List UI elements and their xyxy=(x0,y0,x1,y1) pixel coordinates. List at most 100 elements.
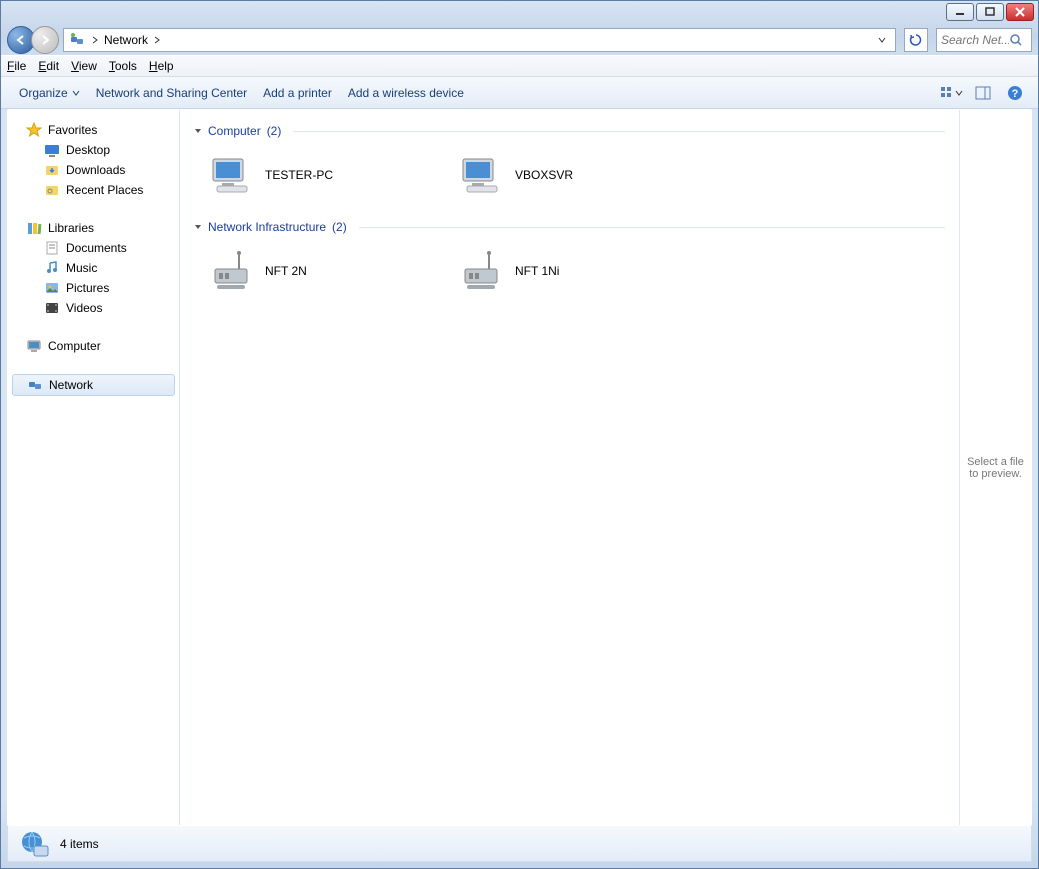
toolbar: Organize Network and Sharing Center Add … xyxy=(1,77,1038,109)
forward-button[interactable] xyxy=(31,26,59,54)
chevron-down-icon xyxy=(72,89,80,97)
recent-icon xyxy=(44,182,60,198)
address-dropdown[interactable] xyxy=(873,36,891,44)
music-label: Music xyxy=(66,261,97,275)
network-globe-icon xyxy=(18,828,50,860)
sidebar-item-pictures[interactable]: Pictures xyxy=(8,278,179,298)
network-icon xyxy=(68,31,86,49)
organize-button[interactable]: Organize xyxy=(11,77,88,108)
pictures-label: Pictures xyxy=(66,281,109,295)
minimize-button[interactable] xyxy=(946,3,974,21)
group-header-infrastructure[interactable]: Network Infrastructure (2) xyxy=(194,220,945,234)
menu-tools[interactable]: Tools xyxy=(109,59,137,73)
breadcrumb-arrow[interactable] xyxy=(152,36,162,44)
collapse-icon xyxy=(194,223,202,231)
toolbar-right: ? xyxy=(938,81,1028,105)
file-list[interactable]: Computer (2) TESTER-PC VBOXSVR xyxy=(180,110,959,825)
content-area: Favorites Desktop Downloads Recent Place… xyxy=(7,109,1032,826)
group-name: Network Infrastructure xyxy=(208,220,326,234)
close-button[interactable] xyxy=(1006,3,1034,21)
star-icon xyxy=(26,122,42,138)
item-label: VBOXSVR xyxy=(515,168,573,182)
music-icon xyxy=(44,260,60,276)
help-button[interactable]: ? xyxy=(1002,81,1028,105)
network-icon xyxy=(27,377,43,393)
computer-label: Computer xyxy=(48,339,101,353)
sharing-center-button[interactable]: Network and Sharing Center xyxy=(88,77,255,108)
item-label: NFT 1Ni xyxy=(515,264,559,278)
item-vboxsvr[interactable]: VBOXSVR xyxy=(452,146,682,204)
sidebar-item-network[interactable]: Network xyxy=(12,374,175,396)
item-nft1ni[interactable]: NFT 1Ni xyxy=(452,242,682,300)
item-label: TESTER-PC xyxy=(265,168,333,182)
recent-label: Recent Places xyxy=(66,183,143,197)
sidebar-item-documents[interactable]: Documents xyxy=(8,238,179,258)
preview-pane-button[interactable] xyxy=(970,81,996,105)
menu-help[interactable]: Help xyxy=(149,59,174,73)
documents-icon xyxy=(44,240,60,256)
sidebar-item-downloads[interactable]: Downloads xyxy=(8,160,179,180)
libraries-label: Libraries xyxy=(48,221,94,235)
menu-file[interactable]: File xyxy=(7,59,26,73)
menubar: File Edit View Tools Help xyxy=(1,55,1038,77)
search-box[interactable] xyxy=(936,28,1032,52)
router-icon xyxy=(207,247,255,295)
favorites-label: Favorites xyxy=(48,123,97,137)
videos-icon xyxy=(44,300,60,316)
computer-group: Computer xyxy=(8,336,179,356)
breadcrumb-root-arrow[interactable] xyxy=(90,36,100,44)
sidebar-item-recent[interactable]: Recent Places xyxy=(8,180,179,200)
add-wireless-button[interactable]: Add a wireless device xyxy=(340,77,472,108)
preview-pane: Select a file to preview. xyxy=(959,110,1031,825)
explorer-window: Network File Edit View Tools Help Organi… xyxy=(0,0,1039,869)
sidebar-item-videos[interactable]: Videos xyxy=(8,298,179,318)
libraries-icon xyxy=(26,220,42,236)
sidebar-item-music[interactable]: Music xyxy=(8,258,179,278)
organize-label: Organize xyxy=(19,86,68,100)
chevron-down-icon xyxy=(955,89,963,97)
address-bar[interactable]: Network xyxy=(63,28,896,52)
menu-view[interactable]: View xyxy=(71,59,97,73)
group-name: Computer xyxy=(208,124,261,138)
group-header-computer[interactable]: Computer (2) xyxy=(194,124,945,138)
group-count: (2) xyxy=(267,124,282,138)
desktop-label: Desktop xyxy=(66,143,110,157)
search-input[interactable] xyxy=(941,33,1009,47)
divider xyxy=(359,227,945,228)
sidebar-item-computer[interactable]: Computer xyxy=(8,336,179,356)
nav-row: Network xyxy=(1,25,1038,55)
collapse-icon xyxy=(194,127,202,135)
svg-text:?: ? xyxy=(1012,88,1019,100)
navigation-pane: Favorites Desktop Downloads Recent Place… xyxy=(8,110,180,825)
libraries-header[interactable]: Libraries xyxy=(8,218,179,238)
favorites-header[interactable]: Favorites xyxy=(8,120,179,140)
group-count: (2) xyxy=(332,220,347,234)
infrastructure-items: NFT 2N NFT 1Ni xyxy=(194,242,945,300)
menu-edit[interactable]: Edit xyxy=(38,59,59,73)
view-options-button[interactable] xyxy=(938,81,964,105)
documents-label: Documents xyxy=(66,241,127,255)
favorites-group: Favorites Desktop Downloads Recent Place… xyxy=(8,120,179,200)
status-text: 4 items xyxy=(60,837,99,851)
network-group: Network xyxy=(8,374,179,396)
preview-text: Select a file to preview. xyxy=(966,456,1025,480)
computer-icon xyxy=(26,338,42,354)
videos-label: Videos xyxy=(66,301,102,315)
computer-icon xyxy=(457,151,505,199)
maximize-button[interactable] xyxy=(976,3,1004,21)
libraries-group: Libraries Documents Music Pictures Video… xyxy=(8,218,179,318)
pictures-icon xyxy=(44,280,60,296)
item-tester-pc[interactable]: TESTER-PC xyxy=(202,146,432,204)
statusbar: 4 items xyxy=(7,826,1032,862)
search-icon xyxy=(1009,33,1023,47)
downloads-icon xyxy=(44,162,60,178)
sidebar-item-desktop[interactable]: Desktop xyxy=(8,140,179,160)
router-icon xyxy=(457,247,505,295)
refresh-button[interactable] xyxy=(904,28,928,52)
breadcrumb-network[interactable]: Network xyxy=(100,29,152,51)
item-nft2n[interactable]: NFT 2N xyxy=(202,242,432,300)
computer-items: TESTER-PC VBOXSVR xyxy=(194,146,945,204)
downloads-label: Downloads xyxy=(66,163,125,177)
add-printer-button[interactable]: Add a printer xyxy=(255,77,340,108)
network-label: Network xyxy=(49,378,93,392)
